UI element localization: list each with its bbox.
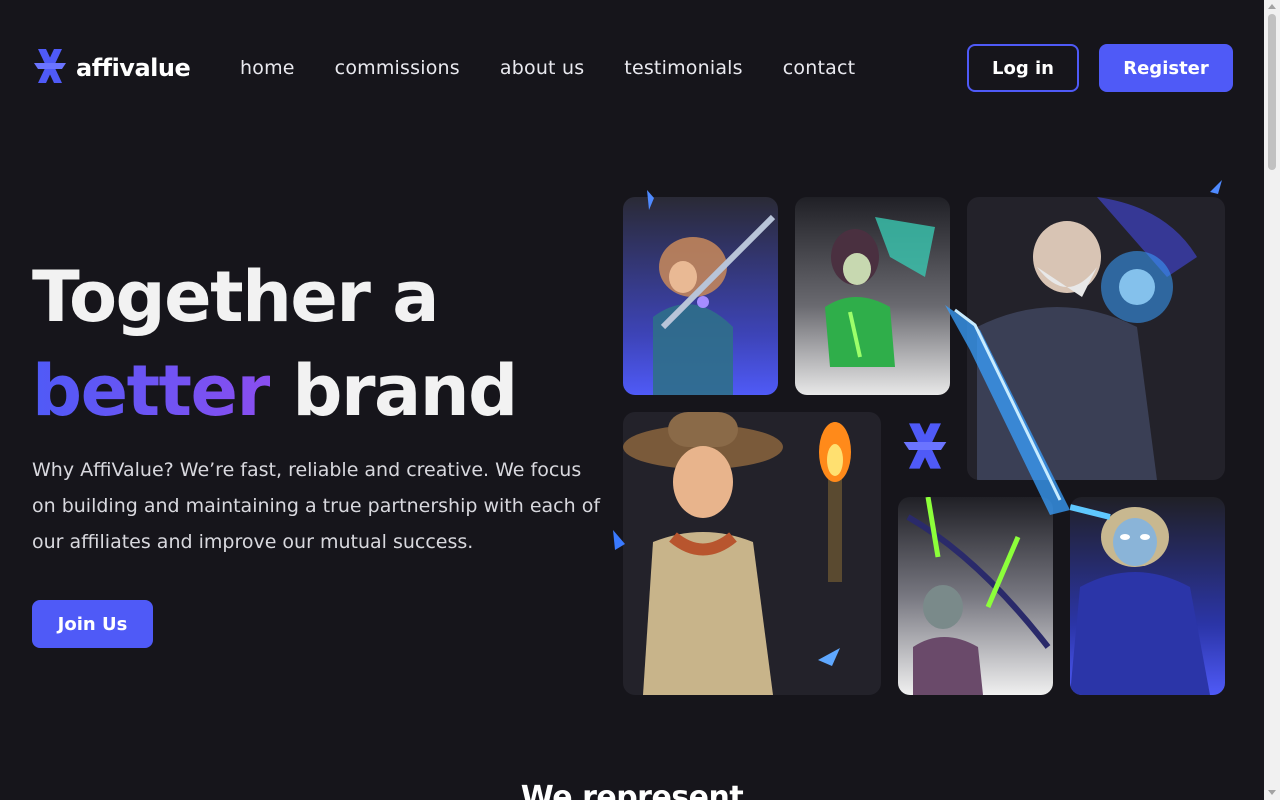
- hero-title-line1: Together a: [32, 256, 440, 338]
- hero-title-accent: better: [32, 350, 271, 432]
- archer-heroine-illustration: [623, 197, 778, 395]
- scrollbar-thumb[interactable]: [1268, 14, 1276, 170]
- login-button[interactable]: Log in: [967, 44, 1079, 92]
- ice-spear-icon: [945, 305, 1070, 515]
- brand-logo[interactable]: affivalue: [32, 45, 191, 91]
- shard-icon: [647, 190, 654, 210]
- brand-name: affivalue: [76, 54, 191, 82]
- nav-link-testimonials[interactable]: testimonials: [624, 54, 742, 82]
- nav-link-commissions[interactable]: commissions: [335, 54, 460, 82]
- register-button[interactable]: Register: [1099, 44, 1233, 92]
- shard-icon: [818, 648, 840, 666]
- nav-link-home[interactable]: home: [240, 54, 295, 82]
- hero-title-line2: brand: [292, 350, 518, 432]
- shard-icon: [613, 530, 625, 550]
- scroll-up-arrow-icon[interactable]: [1268, 4, 1276, 9]
- affivalue-star-logo-icon: [900, 418, 950, 474]
- nav-link-about-us[interactable]: about us: [500, 54, 584, 82]
- affivalue-star-logo-icon: [32, 45, 68, 91]
- goblin-archer-illustration: [898, 497, 1053, 695]
- explorer-with-torch-illustration: [623, 412, 881, 695]
- page-scrollbar[interactable]: [1264, 0, 1280, 800]
- ghost-sorceress-illustration: [1070, 497, 1225, 695]
- hero-description: Why AffiValue? We’re fast, reliable and …: [32, 459, 601, 553]
- join-us-button[interactable]: Join Us: [32, 600, 153, 648]
- main-nav: home commissions about us testimonials c…: [240, 54, 895, 82]
- hero-title: Together a better brand: [32, 250, 518, 438]
- nav-link-contact[interactable]: contact: [783, 54, 856, 82]
- shard-icon: [1210, 180, 1222, 194]
- site-header: affivalue home commissions about us test…: [0, 0, 1264, 136]
- elf-ranger-illustration: [795, 197, 950, 395]
- scroll-down-arrow-icon[interactable]: [1268, 790, 1276, 795]
- section-heading: We represent: [520, 780, 744, 800]
